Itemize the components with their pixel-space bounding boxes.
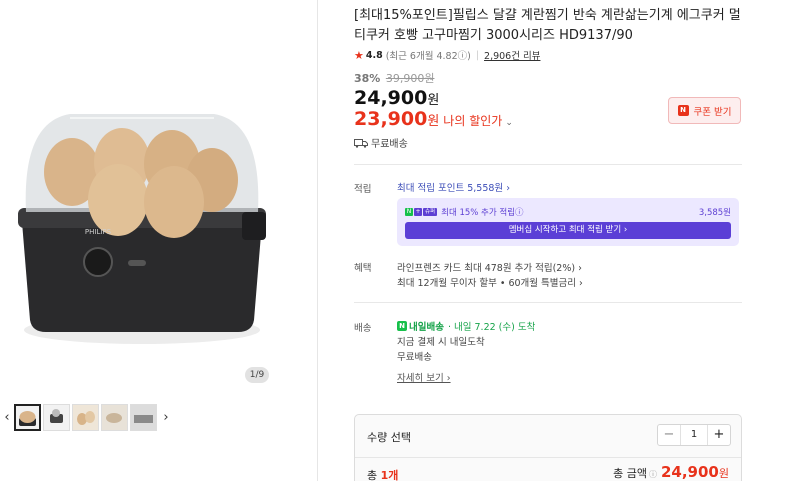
nplus-icon: + <box>414 208 422 216</box>
quantity-minus-button[interactable]: − <box>658 425 680 445</box>
my-discount-label[interactable]: 나의 할인가 <box>443 112 502 129</box>
info-icon[interactable]: ⓘ <box>649 469 657 480</box>
product-main-image[interactable]: PHILIPS <box>0 62 282 392</box>
star-icon: ★ <box>354 48 364 62</box>
thumbnail-5[interactable] <box>130 403 157 431</box>
total-count: 1개 <box>380 469 399 481</box>
total-price: 24,900 <box>660 463 719 481</box>
shipping-row: 무료배송 <box>354 135 408 150</box>
my-discount-price-unit: 원 <box>427 114 440 129</box>
membership-badge-icon: 슈퍼 <box>423 208 438 216</box>
thumbnail-next-button[interactable]: › <box>159 410 173 425</box>
max-points-link[interactable]: 최대 적립 포인트 5,558원 › <box>397 180 510 194</box>
product-gallery: PHILIPS 1/9 ‹ › <box>0 0 318 481</box>
my-discount-price: 23,900 <box>354 108 428 130</box>
coupon-button-label: 쿠폰 받기 <box>693 106 732 118</box>
rating-row: ★ 4.8 (최근 6개월 4.82ⓘ) | 2,906건 리뷰 <box>354 48 540 63</box>
membership-amount: 3,585원 <box>698 208 731 218</box>
sale-price: 24,900 <box>354 87 428 109</box>
membership-text[interactable]: 최대 15% 추가 적립ⓘ <box>441 206 523 218</box>
sale-price-unit: 원 <box>427 93 440 108</box>
quantity-divider <box>355 457 741 458</box>
delivery-detail-link[interactable]: 자세히 보기 › <box>397 370 451 384</box>
points-label: 적립 <box>354 184 372 195</box>
membership-start-button[interactable]: 멤버십 시작하고 최대 적립 받기 › <box>405 222 731 239</box>
thumbnail-1[interactable] <box>14 403 41 431</box>
delivery-label: 배송 <box>354 323 372 334</box>
next-day-delivery-label: 내일배송 <box>409 322 444 333</box>
original-price: 39,900원 <box>385 72 435 85</box>
delivery-row: N 내일배송 · 내일 7.22 (수) 도착 <box>397 319 535 333</box>
thumbnail-4[interactable] <box>101 403 128 431</box>
quantity-label: 수량 선택 <box>367 431 411 444</box>
quantity-box: 수량 선택 − 1 + 총 1개 총 금액 ⓘ 24,900 원 <box>354 414 742 481</box>
section-divider <box>354 164 742 165</box>
coupon-button[interactable]: N 쿠폰 받기 <box>668 97 741 124</box>
quantity-stepper: − 1 + <box>657 424 731 446</box>
svg-text:PHILIPS: PHILIPS <box>85 228 112 236</box>
npay-icon: N <box>405 208 413 216</box>
checkmark-icon: N <box>397 321 407 331</box>
membership-row: N + 슈퍼 최대 15% 추가 적립ⓘ 3,585원 <box>405 206 731 218</box>
total-label: 총 금액 <box>613 467 647 480</box>
recent-rating[interactable]: (최근 6개월 4.82ⓘ) <box>386 48 471 62</box>
benefits-label: 혜택 <box>354 263 372 274</box>
total-count-row: 총 1개 <box>367 467 398 481</box>
thumbnail-prev-button[interactable]: ‹ <box>0 410 14 425</box>
shipping-text: 무료배송 <box>371 139 408 150</box>
truck-icon <box>354 138 368 148</box>
delivery-fee: 무료배송 <box>397 352 432 363</box>
my-price-row[interactable]: 23,900 원 나의 할인가 ⌄ <box>354 108 513 130</box>
rating-value: 4.8 <box>365 49 383 61</box>
discount-rate: 38% <box>354 72 381 85</box>
delivery-date: · 내일 7.22 (수) 도착 <box>447 322 536 333</box>
installment-benefit-link[interactable]: 최대 12개월 무이자 할부 • 60개월 특별금리 › <box>397 275 583 289</box>
total-price-row: 총 금액 ⓘ 24,900 원 <box>613 463 729 481</box>
card-benefit-link[interactable]: 라인프렌즈 카드 최대 478원 추가 적립(2%) › <box>397 260 582 274</box>
total-prefix: 총 <box>367 469 381 481</box>
discount-row: 38% 39,900원 <box>354 70 434 86</box>
thumbnail-2[interactable] <box>43 403 70 431</box>
thumbnail-strip: ‹ › <box>0 402 173 432</box>
rating-divider: | <box>475 49 480 61</box>
section-divider <box>354 302 742 303</box>
thumbnail-3[interactable] <box>72 403 99 431</box>
price-row: 24,900원 <box>354 87 439 109</box>
review-count-link[interactable]: 2,906건 리뷰 <box>484 48 540 62</box>
quantity-plus-button[interactable]: + <box>708 425 730 445</box>
total-price-unit: 원 <box>718 467 729 480</box>
coupon-icon: N <box>677 105 689 116</box>
product-title: [최대15%포인트]필립스 달걀 계란찜기 반숙 계란삶는기계 에그쿠커 멀티쿠… <box>354 8 741 43</box>
image-counter: 1/9 <box>245 367 269 383</box>
membership-box: N + 슈퍼 최대 15% 추가 적립ⓘ 3,585원 멤버십 시작하고 최대 … <box>397 198 739 246</box>
delivery-note: 지금 결제 시 내일도착 <box>397 337 485 348</box>
quantity-input[interactable]: 1 <box>680 425 708 445</box>
next-day-delivery-badge: N 내일배송 <box>397 319 444 333</box>
chevron-down-icon[interactable]: ⌄ <box>505 118 513 128</box>
